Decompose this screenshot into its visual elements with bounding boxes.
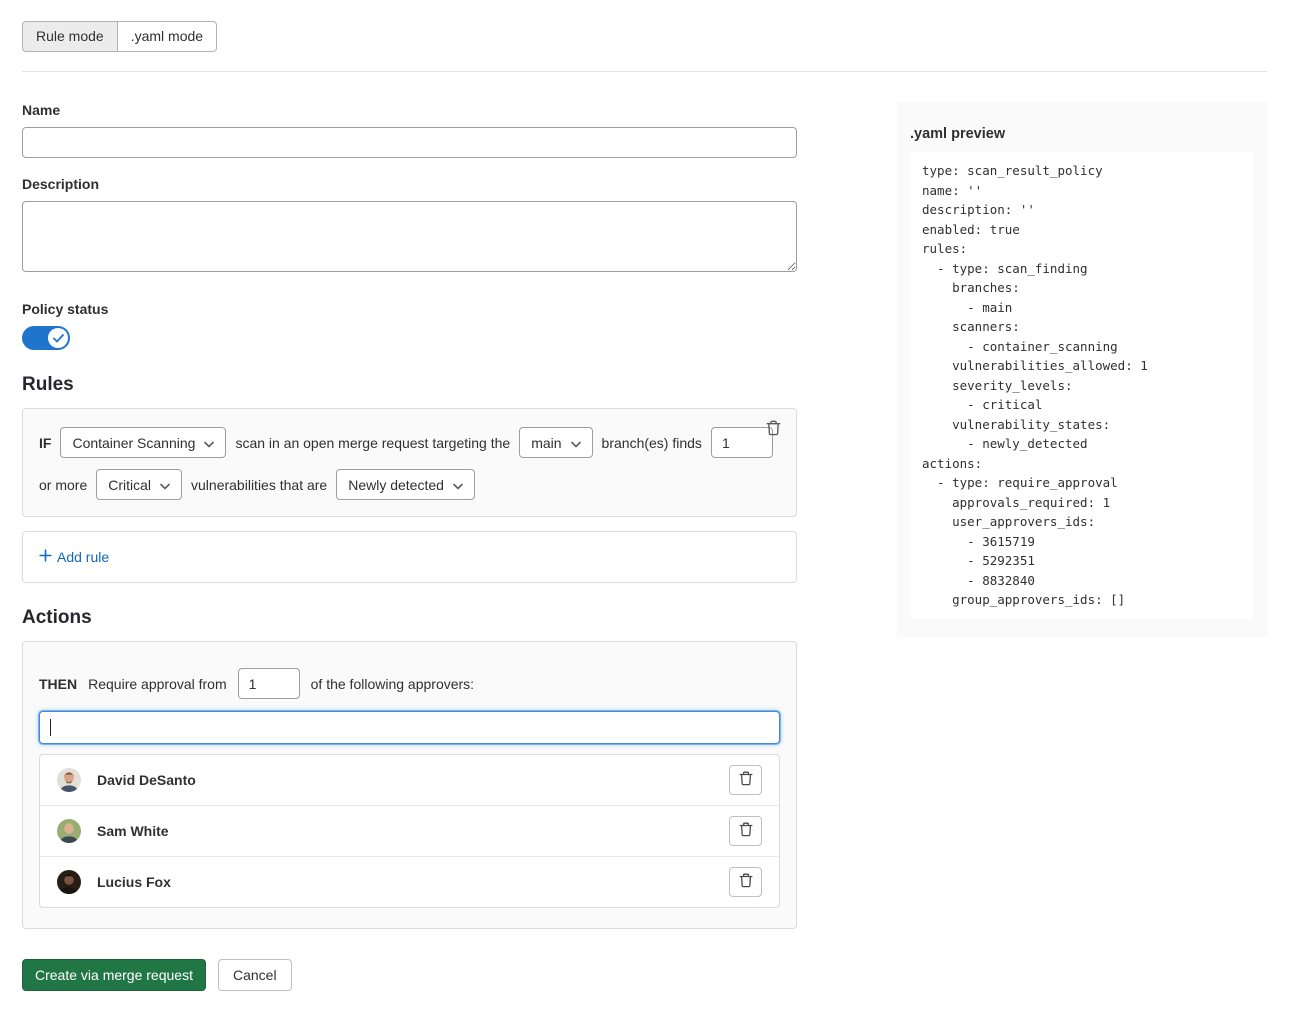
policy-status-label: Policy status [22, 301, 797, 317]
remove-approver-button[interactable] [729, 816, 762, 846]
rule-text-vulnerabilities: vulnerabilities that are [191, 477, 327, 493]
create-via-merge-request-button[interactable]: Create via merge request [22, 959, 206, 991]
main-content: Name Description Policy status Rules [22, 102, 1267, 991]
rule-text-branches: branch(es) finds [602, 435, 702, 451]
scanner-select[interactable]: Container Scanning [60, 427, 226, 458]
policy-status-toggle[interactable] [22, 326, 70, 350]
avatar-sam-white [57, 819, 81, 843]
rules-heading: Rules [22, 374, 797, 396]
yaml-preview-panel: .yaml preview type: scan_result_policy n… [897, 102, 1268, 637]
check-icon [53, 331, 64, 346]
approvers-text: of the following approvers: [311, 676, 474, 692]
approver-search-input[interactable] [39, 711, 780, 744]
header-divider [22, 71, 1267, 72]
approver-list: David DeSanto Sam White [39, 754, 780, 908]
approver-name: Sam White [97, 823, 729, 839]
severity-select-value: Critical [108, 477, 151, 493]
trash-icon [739, 873, 753, 891]
avatar-david-desanto [57, 768, 81, 792]
require-approval-text: Require approval from [88, 676, 227, 692]
tab-rule-mode[interactable]: Rule mode [22, 21, 118, 52]
branch-select[interactable]: main [519, 427, 592, 458]
policy-editor-page: Rule mode .yaml mode Name Description Po… [0, 0, 1289, 1031]
add-rule-card: Add rule [22, 531, 797, 583]
form-footer: Create via merge request Cancel [22, 959, 797, 991]
if-label: IF [39, 435, 51, 451]
state-select[interactable]: Newly detected [336, 469, 475, 500]
policy-form: Name Description Policy status Rules [22, 102, 797, 991]
then-label: THEN [39, 676, 77, 692]
or-more-label: or more [39, 477, 87, 493]
then-row: THEN Require approval from of the follow… [39, 668, 780, 699]
chevron-down-icon [204, 435, 214, 451]
toggle-knob [48, 328, 68, 348]
approver-row: Sam White [40, 805, 779, 856]
remove-approver-button[interactable] [729, 765, 762, 795]
name-label: Name [22, 102, 797, 118]
delete-rule-button[interactable] [764, 418, 783, 438]
approver-row: Lucius Fox [40, 856, 779, 907]
description-group: Description [22, 176, 797, 275]
rule-row-1: IF Container Scanning scan in an open me… [39, 427, 780, 458]
description-input[interactable] [22, 201, 797, 272]
mode-segmented-control: Rule mode .yaml mode [22, 21, 217, 52]
policy-status-group: Policy status [22, 301, 797, 350]
chevron-down-icon [571, 435, 581, 451]
add-rule-button[interactable]: Add rule [39, 549, 109, 565]
chevron-down-icon [160, 477, 170, 493]
yaml-preview-column: .yaml preview type: scan_result_policy n… [897, 102, 1268, 637]
actions-heading: Actions [22, 607, 797, 629]
severity-select[interactable]: Critical [96, 469, 182, 500]
rule-row-2: or more Critical vulnerabilities that ar… [39, 469, 780, 500]
text-cursor [50, 719, 51, 736]
yaml-code: type: scan_result_policy name: '' descri… [910, 152, 1253, 619]
tab-yaml-mode[interactable]: .yaml mode [117, 21, 217, 52]
plus-icon [39, 549, 52, 565]
name-group: Name [22, 102, 797, 158]
action-card: THEN Require approval from of the follow… [22, 641, 797, 929]
name-input[interactable] [22, 127, 797, 158]
add-rule-label: Add rule [57, 549, 109, 565]
state-select-value: Newly detected [348, 477, 444, 493]
approvals-required-input[interactable] [238, 668, 300, 699]
rule-text-scan: scan in an open merge request targeting … [235, 435, 510, 451]
avatar-lucius-fox [57, 870, 81, 894]
rule-card: IF Container Scanning scan in an open me… [22, 408, 797, 517]
yaml-preview-title: .yaml preview [910, 126, 1253, 142]
description-label: Description [22, 176, 797, 192]
approver-row: David DeSanto [40, 755, 779, 805]
remove-approver-button[interactable] [729, 867, 762, 897]
approver-name: David DeSanto [97, 772, 729, 788]
approver-name: Lucius Fox [97, 874, 729, 890]
trash-icon [739, 822, 753, 840]
trash-icon [766, 424, 781, 439]
chevron-down-icon [453, 477, 463, 493]
scanner-select-value: Container Scanning [72, 435, 195, 451]
cancel-button[interactable]: Cancel [218, 959, 292, 991]
branch-select-value: main [531, 435, 561, 451]
trash-icon [739, 771, 753, 789]
